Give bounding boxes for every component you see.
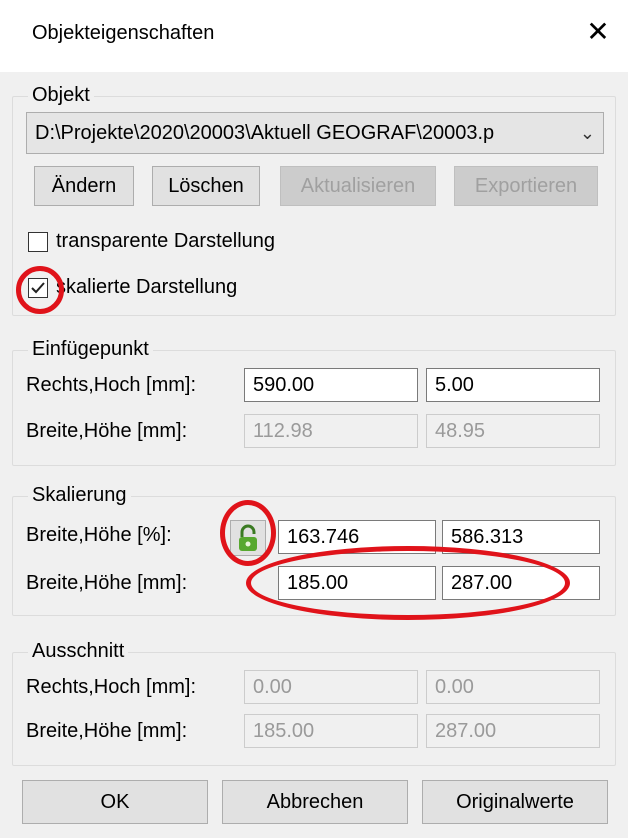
einfuegepunkt-legend: Einfügepunkt [28,338,153,360]
originalwerte-button[interactable]: Originalwerte [422,780,608,824]
ausschnitt-row1-label: Rechts,Hoch [mm]: [26,676,197,698]
chevron-down-icon[interactable]: ⌄ [580,113,595,153]
ausschnitt-rechts-field: 0.00 [244,670,418,704]
ausschnitt-breite-field: 185.00 [244,714,418,748]
skalierung-row2-label: Breite,Höhe [mm]: [26,572,188,594]
aktualisieren-button[interactable]: Aktualisieren [280,166,436,206]
einfuegepunkt-hoch-input[interactable]: 5.00 [426,368,600,402]
window-title: Objekteigenschaften [32,22,215,44]
object-path-value: D:\Projekte\2020\20003\Aktuell GEOGRAF\2… [35,122,495,144]
annotation-circle-lock [220,500,276,566]
skalierung-row1-label: Breite,Höhe [%]: [26,524,172,546]
annotation-ellipse-mm-fields [246,546,570,620]
einfuegepunkt-hoehe-field: 48.95 [426,414,600,448]
einfuegepunkt-rechts-input[interactable]: 590.00 [244,368,418,402]
ausschnitt-hoehe-field: 287.00 [426,714,600,748]
close-icon[interactable]: ✕ [580,14,616,50]
transparent-checkbox[interactable] [28,232,48,252]
ausschnitt-row2-label: Breite,Höhe [mm]: [26,720,188,742]
annotation-circle-checkbox [16,266,64,314]
einfuegepunkt-breite-field: 112.98 [244,414,418,448]
ausschnitt-hoch-field: 0.00 [426,670,600,704]
aendern-button[interactable]: Ändern [34,166,134,206]
transparent-label: transparente Darstellung [56,230,276,252]
exportieren-button[interactable]: Exportieren [454,166,598,206]
skalierung-legend: Skalierung [28,484,131,506]
ok-button[interactable]: OK [22,780,208,824]
object-path-combo[interactable]: D:\Projekte\2020\20003\Aktuell GEOGRAF\2… [26,112,604,154]
objekt-legend: Objekt [28,84,94,106]
einfuegepunkt-row2-label: Breite,Höhe [mm]: [26,420,188,442]
abbrechen-button[interactable]: Abbrechen [222,780,408,824]
skaliert-label: skalierte Darstellung [56,276,238,298]
einfuegepunkt-row1-label: Rechts,Hoch [mm]: [26,374,197,396]
loeschen-button[interactable]: Löschen [152,166,260,206]
ausschnitt-legend: Ausschnitt [28,640,129,662]
